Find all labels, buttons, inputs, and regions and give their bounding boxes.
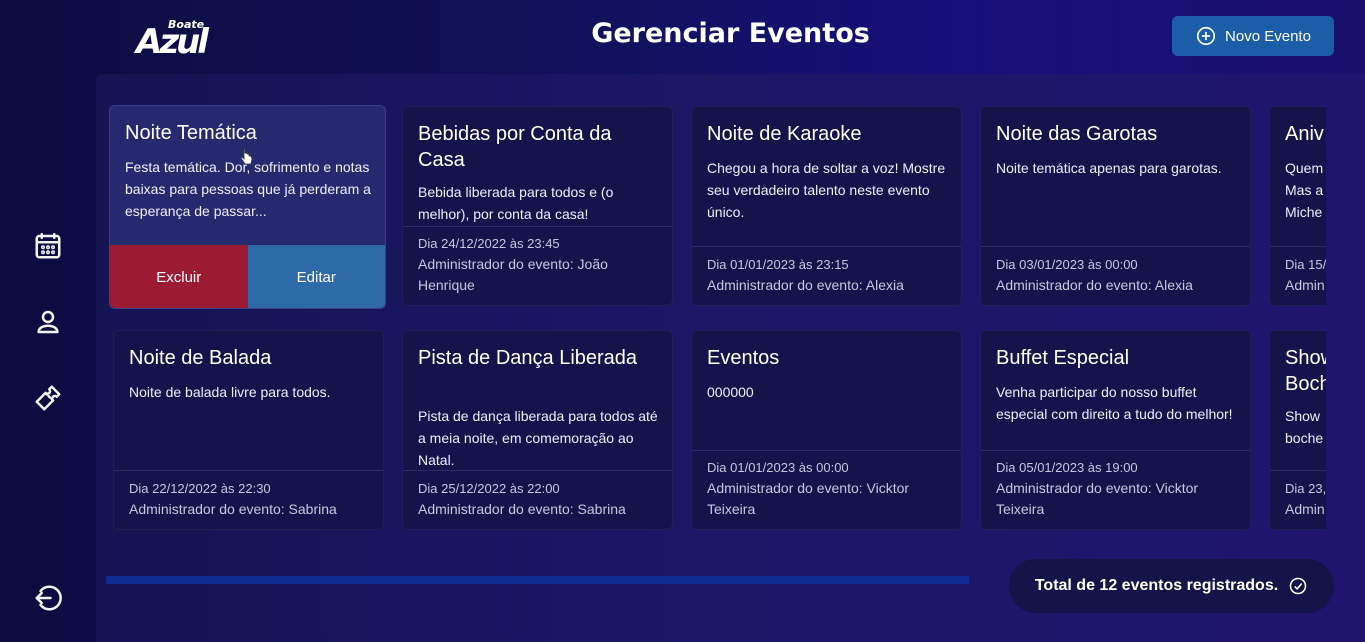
- events-grid: Noite Temática Festa temática. Dor, sofr…: [106, 104, 1326, 584]
- events-panel: Noite Temática Festa temática. Dor, sofr…: [96, 74, 1365, 642]
- user-icon[interactable]: [30, 304, 66, 340]
- edit-button[interactable]: Editar: [247, 245, 385, 308]
- event-meta: Dia 01/01/2023 às 00:00 Administrador do…: [707, 457, 951, 520]
- card-divider: [1270, 246, 1326, 247]
- event-card[interactable]: Noite de Balada Noite de balada livre pa…: [113, 330, 384, 530]
- header: Boate Azul Gerenciar Eventos Novo Evento: [96, 0, 1365, 74]
- delete-button[interactable]: Excluir: [110, 245, 248, 308]
- card-divider: [692, 246, 961, 247]
- event-card[interactable]: Eventos 000000 Dia 01/01/2023 às 00:00 A…: [691, 330, 962, 530]
- event-date: Dia 05/01/2023 às 19:00: [996, 460, 1138, 475]
- event-card[interactable]: Noite Temática Festa temática. Dor, sofr…: [109, 105, 386, 309]
- event-date: Dia 01/01/2023 às 00:00: [707, 460, 849, 475]
- event-meta: Dia 24/12/2022 às 23:45 Administrador do…: [418, 233, 662, 296]
- event-description: 000000: [707, 384, 754, 400]
- event-date: Dia 03/01/2023 às 00:00: [996, 257, 1138, 272]
- card-divider: [403, 226, 672, 227]
- event-description: Chegou a hora de soltar a voz! Mostre se…: [707, 160, 946, 220]
- event-title: Noite de Balada: [129, 347, 272, 369]
- event-date: Dia 24/12/2022 às 23:45: [418, 236, 560, 251]
- event-admin: Admin: [1285, 501, 1325, 517]
- event-date: Dia 23,: [1285, 481, 1326, 496]
- event-date: Dia 15/: [1285, 257, 1326, 272]
- calendar-icon[interactable]: [30, 228, 66, 264]
- event-title: Pista de Dança Liberada: [418, 347, 638, 369]
- event-title: Noite de Karaoke: [707, 123, 862, 145]
- card-divider: [114, 470, 383, 471]
- event-description: Venha participar do nosso buffet especia…: [996, 384, 1233, 422]
- event-title: Buffet Especial: [996, 347, 1130, 369]
- card-actions: Excluir Editar: [110, 245, 385, 308]
- event-meta: Dia 03/01/2023 às 00:00 Administrador do…: [996, 254, 1240, 296]
- event-description: Bebida liberada para todos e (o melhor),…: [418, 184, 614, 222]
- event-admin: Administrador do evento: Sabrina: [129, 501, 337, 517]
- total-events-text: Total de 12 eventos registrados.: [1034, 577, 1279, 594]
- event-title: Noite Temática: [125, 122, 257, 144]
- scrollbar-thumb[interactable]: [106, 576, 969, 584]
- event-date: Dia 25/12/2022 às 22:00: [418, 481, 560, 496]
- event-card[interactable]: Show Boch Show boche Dia 23, Admin: [1269, 330, 1326, 530]
- event-card[interactable]: Pista de Dança Liberada Pista de dança l…: [402, 330, 673, 530]
- event-card[interactable]: Buffet Especial Venha participar do noss…: [980, 330, 1251, 530]
- card-divider: [1270, 470, 1326, 471]
- logout-icon[interactable]: [30, 580, 66, 616]
- event-admin: Administrador do evento: Sabrina: [418, 501, 626, 517]
- event-meta: Dia 15/ Admin: [1285, 254, 1326, 296]
- event-admin: Administrador do evento: Vicktor Teixeir…: [707, 480, 910, 517]
- event-admin: Administrador do evento: Vicktor Teixeir…: [996, 480, 1199, 517]
- event-description: Noite de balada livre para todos.: [129, 384, 331, 400]
- event-meta: Dia 25/12/2022 às 22:00 Administrador do…: [418, 478, 662, 520]
- card-divider: [981, 450, 1250, 451]
- event-meta: Dia 22/12/2022 às 22:30 Administrador do…: [129, 478, 373, 520]
- event-description: Noite temática apenas para garotas.: [996, 160, 1222, 176]
- event-title: Aniv: [1285, 123, 1324, 145]
- event-description: Show boche: [1285, 408, 1324, 446]
- event-date: Dia 22/12/2022 às 22:30: [129, 481, 271, 496]
- new-event-label: Novo Evento: [1225, 27, 1311, 45]
- event-meta: Dia 01/01/2023 às 23:15 Administrador do…: [707, 254, 951, 296]
- new-event-button[interactable]: Novo Evento: [1172, 16, 1334, 56]
- event-card[interactable]: Noite das Garotas Noite temática apenas …: [980, 106, 1251, 306]
- event-card[interactable]: Aniv Quem Mas a Miche Dia 15/ Admin: [1269, 106, 1326, 306]
- card-divider: [981, 246, 1250, 247]
- event-title: Bebidas por Conta da Casa: [418, 123, 612, 171]
- event-title: Noite das Garotas: [996, 123, 1158, 145]
- card-divider: [403, 470, 672, 471]
- event-description: Quem Mas a Miche: [1285, 160, 1324, 220]
- event-admin: Administrador do evento: João Henrique: [418, 256, 608, 293]
- check-circle-icon: [1289, 577, 1307, 595]
- event-title: Show Boch: [1285, 347, 1326, 395]
- total-events-badge: Total de 12 eventos registrados.: [1009, 559, 1334, 613]
- event-card[interactable]: Bebidas por Conta da Casa Bebida liberad…: [402, 106, 673, 306]
- hand-cursor-icon: [240, 148, 253, 165]
- event-meta: Dia 23, Admin: [1285, 478, 1326, 520]
- sidebar: [0, 0, 96, 642]
- event-date: Dia 01/01/2023 às 23:15: [707, 257, 849, 272]
- event-description: Pista de dança liberada para todos até a…: [418, 408, 658, 468]
- event-card[interactable]: Noite de Karaoke Chegou a hora de soltar…: [691, 106, 962, 306]
- card-divider: [692, 450, 961, 451]
- event-admin: Administrador do evento: Alexia: [996, 277, 1193, 293]
- ticket-icon[interactable]: [30, 380, 66, 416]
- event-title: Eventos: [707, 347, 780, 369]
- event-admin: Admin: [1285, 277, 1325, 293]
- event-admin: Administrador do evento: Alexia: [707, 277, 904, 293]
- plus-circle-icon: [1196, 26, 1216, 46]
- event-meta: Dia 05/01/2023 às 19:00 Administrador do…: [996, 457, 1240, 520]
